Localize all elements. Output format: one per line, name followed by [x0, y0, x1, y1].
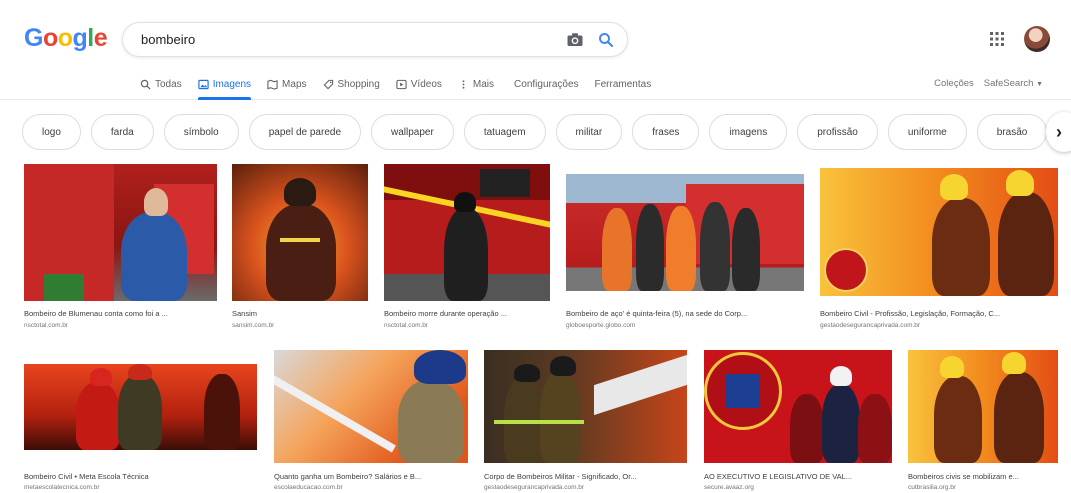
result-source: metaescolatecnica.com.br: [24, 484, 100, 491]
image-result[interactable]: Corpo de Bombeiros Militar - Significado…: [484, 350, 687, 492]
result-caption[interactable]: Corpo de Bombeiros Militar - Significado…: [484, 472, 687, 481]
camera-icon[interactable]: [566, 31, 584, 49]
result-source: sansim.com.br: [232, 322, 275, 329]
right-links: Coleções SafeSearch ▼: [934, 78, 1043, 89]
tab-videos[interactable]: Vídeos: [396, 74, 442, 94]
chip-wallpaper[interactable]: wallpaper: [371, 114, 454, 150]
chip-profissao[interactable]: profissão: [797, 114, 878, 150]
safesearch-link[interactable]: SafeSearch ▼: [984, 78, 1043, 89]
chip-imagens[interactable]: imagens: [709, 114, 788, 150]
settings-label: Configurações: [514, 78, 579, 90]
image-result[interactable]: Bombeiro de Blumenau conta como foi a ..…: [24, 164, 217, 334]
chip-logo[interactable]: logo: [22, 114, 81, 150]
result-thumbnail[interactable]: [232, 164, 368, 301]
result-caption[interactable]: Quanto ganha um Bombeiro? Salários e B..…: [274, 472, 468, 481]
tools-label: Ferramentas: [594, 78, 652, 90]
result-caption[interactable]: Bombeiro Civil • Meta Escola Técnica: [24, 472, 257, 481]
result-thumbnail[interactable]: [704, 350, 892, 463]
result-caption[interactable]: Bombeiro morre durante operação ...: [384, 309, 550, 318]
search-tabs: Todas Imagens Maps Shopping Vídeos Mais …: [140, 74, 667, 100]
result-thumbnail[interactable]: [484, 350, 687, 463]
result-caption[interactable]: Sansim: [232, 309, 368, 318]
safesearch-label: SafeSearch: [983, 78, 1034, 89]
result-caption[interactable]: Bombeiro de aço' é quinta-feira (5), na …: [566, 309, 804, 318]
tab-maps[interactable]: Maps: [267, 74, 307, 94]
image-icon: [198, 79, 209, 89]
image-result[interactable]: Sansim sansim.com.br: [232, 164, 368, 334]
tab-label: Todas: [155, 78, 182, 90]
settings-link[interactable]: Configurações: [514, 74, 578, 94]
result-thumbnail[interactable]: [908, 350, 1058, 463]
result-caption[interactable]: Bombeiro de Blumenau conta como foi a ..…: [24, 309, 217, 318]
chip-simbolo[interactable]: símbolo: [163, 114, 239, 150]
result-thumbnail[interactable]: [820, 168, 1058, 296]
image-result[interactable]: Bombeiro morre durante operação ... nsct…: [384, 164, 550, 334]
result-thumbnail[interactable]: [566, 174, 804, 291]
chip-papel-de-parede[interactable]: papel de parede: [248, 114, 362, 150]
image-result[interactable]: Bombeiro Civil - Profissão, Legislação, …: [820, 168, 1058, 334]
result-caption[interactable]: Bombeiro Civil - Profissão, Legislação, …: [820, 309, 1058, 318]
chip-tatuagem[interactable]: tatuagem: [463, 114, 546, 150]
caret-down-icon: ▼: [1036, 81, 1043, 88]
result-source: globoesporte.globo.com: [566, 322, 636, 329]
google-logo[interactable]: Google: [24, 24, 108, 53]
result-thumbnail[interactable]: [274, 350, 468, 463]
tag-icon: [323, 79, 333, 89]
chip-uniforme[interactable]: uniforme: [887, 114, 967, 150]
chip-farda[interactable]: farda: [90, 114, 154, 150]
apps-grid-icon[interactable]: [990, 32, 1004, 46]
search-icon: [140, 79, 151, 90]
collections-link[interactable]: Coleções: [934, 78, 974, 89]
image-result[interactable]: Quanto ganha um Bombeiro? Salários e B..…: [274, 350, 468, 492]
image-result[interactable]: Bombeiros civis se mobilizam e... cutbra…: [908, 350, 1058, 492]
result-source: escolaeducacao.com.br: [274, 484, 343, 491]
result-source: gestaodesegurancaprivada.com.br: [484, 484, 585, 491]
video-icon: [396, 79, 407, 89]
tab-shopping[interactable]: Shopping: [323, 74, 380, 94]
tab-label: Vídeos: [410, 78, 442, 90]
map-icon: [267, 79, 278, 90]
related-chips: logo farda símbolo papel de parede wallp…: [22, 114, 1071, 150]
result-caption[interactable]: Bombeiros civis se mobilizam e...: [908, 472, 1058, 481]
tab-mais[interactable]: Mais: [458, 74, 494, 94]
chip-militar[interactable]: militar: [555, 114, 623, 150]
image-result[interactable]: AO EXECUTIVO E LEGISLATIVO DE VAL... sec…: [704, 350, 892, 492]
result-caption[interactable]: AO EXECUTIVO E LEGISLATIVO DE VAL...: [704, 472, 892, 481]
search-icon[interactable]: [597, 31, 615, 49]
result-thumbnail[interactable]: [24, 364, 257, 450]
search-input[interactable]: bombeiro: [141, 32, 195, 47]
tools-link[interactable]: Ferramentas: [595, 74, 652, 94]
tab-todas[interactable]: Todas: [140, 74, 182, 94]
tab-label: Shopping: [337, 78, 380, 90]
header: Google bombeiro Todas Imagens Maps Shopp…: [0, 0, 1071, 100]
result-source: nsctotal.com.br: [384, 322, 429, 329]
chip-brasao[interactable]: brasão: [976, 114, 1048, 150]
result-thumbnail[interactable]: [24, 164, 217, 301]
chip-frases[interactable]: frases: [632, 114, 700, 150]
result-source: gestaodesegurancaprivada.com.br: [820, 322, 921, 329]
image-result[interactable]: Bombeiro Civil • Meta Escola Técnica met…: [24, 364, 257, 492]
more-vert-icon: [462, 79, 465, 89]
image-result[interactable]: Bombeiro de aço' é quinta-feira (5), na …: [566, 174, 804, 334]
tab-imagens[interactable]: Imagens: [197, 74, 252, 100]
result-source: secure.avaaz.org: [704, 484, 754, 491]
tab-label: Maps: [282, 78, 307, 90]
account-avatar[interactable]: [1024, 26, 1050, 52]
search-box[interactable]: bombeiro: [122, 22, 628, 57]
result-source: nsctotal.com.br: [24, 322, 69, 329]
tab-label: Mais: [472, 78, 495, 90]
result-thumbnail[interactable]: [384, 164, 550, 301]
result-source: cutbrasilia.org.br: [908, 484, 957, 491]
tab-label: Imagens: [212, 78, 252, 90]
